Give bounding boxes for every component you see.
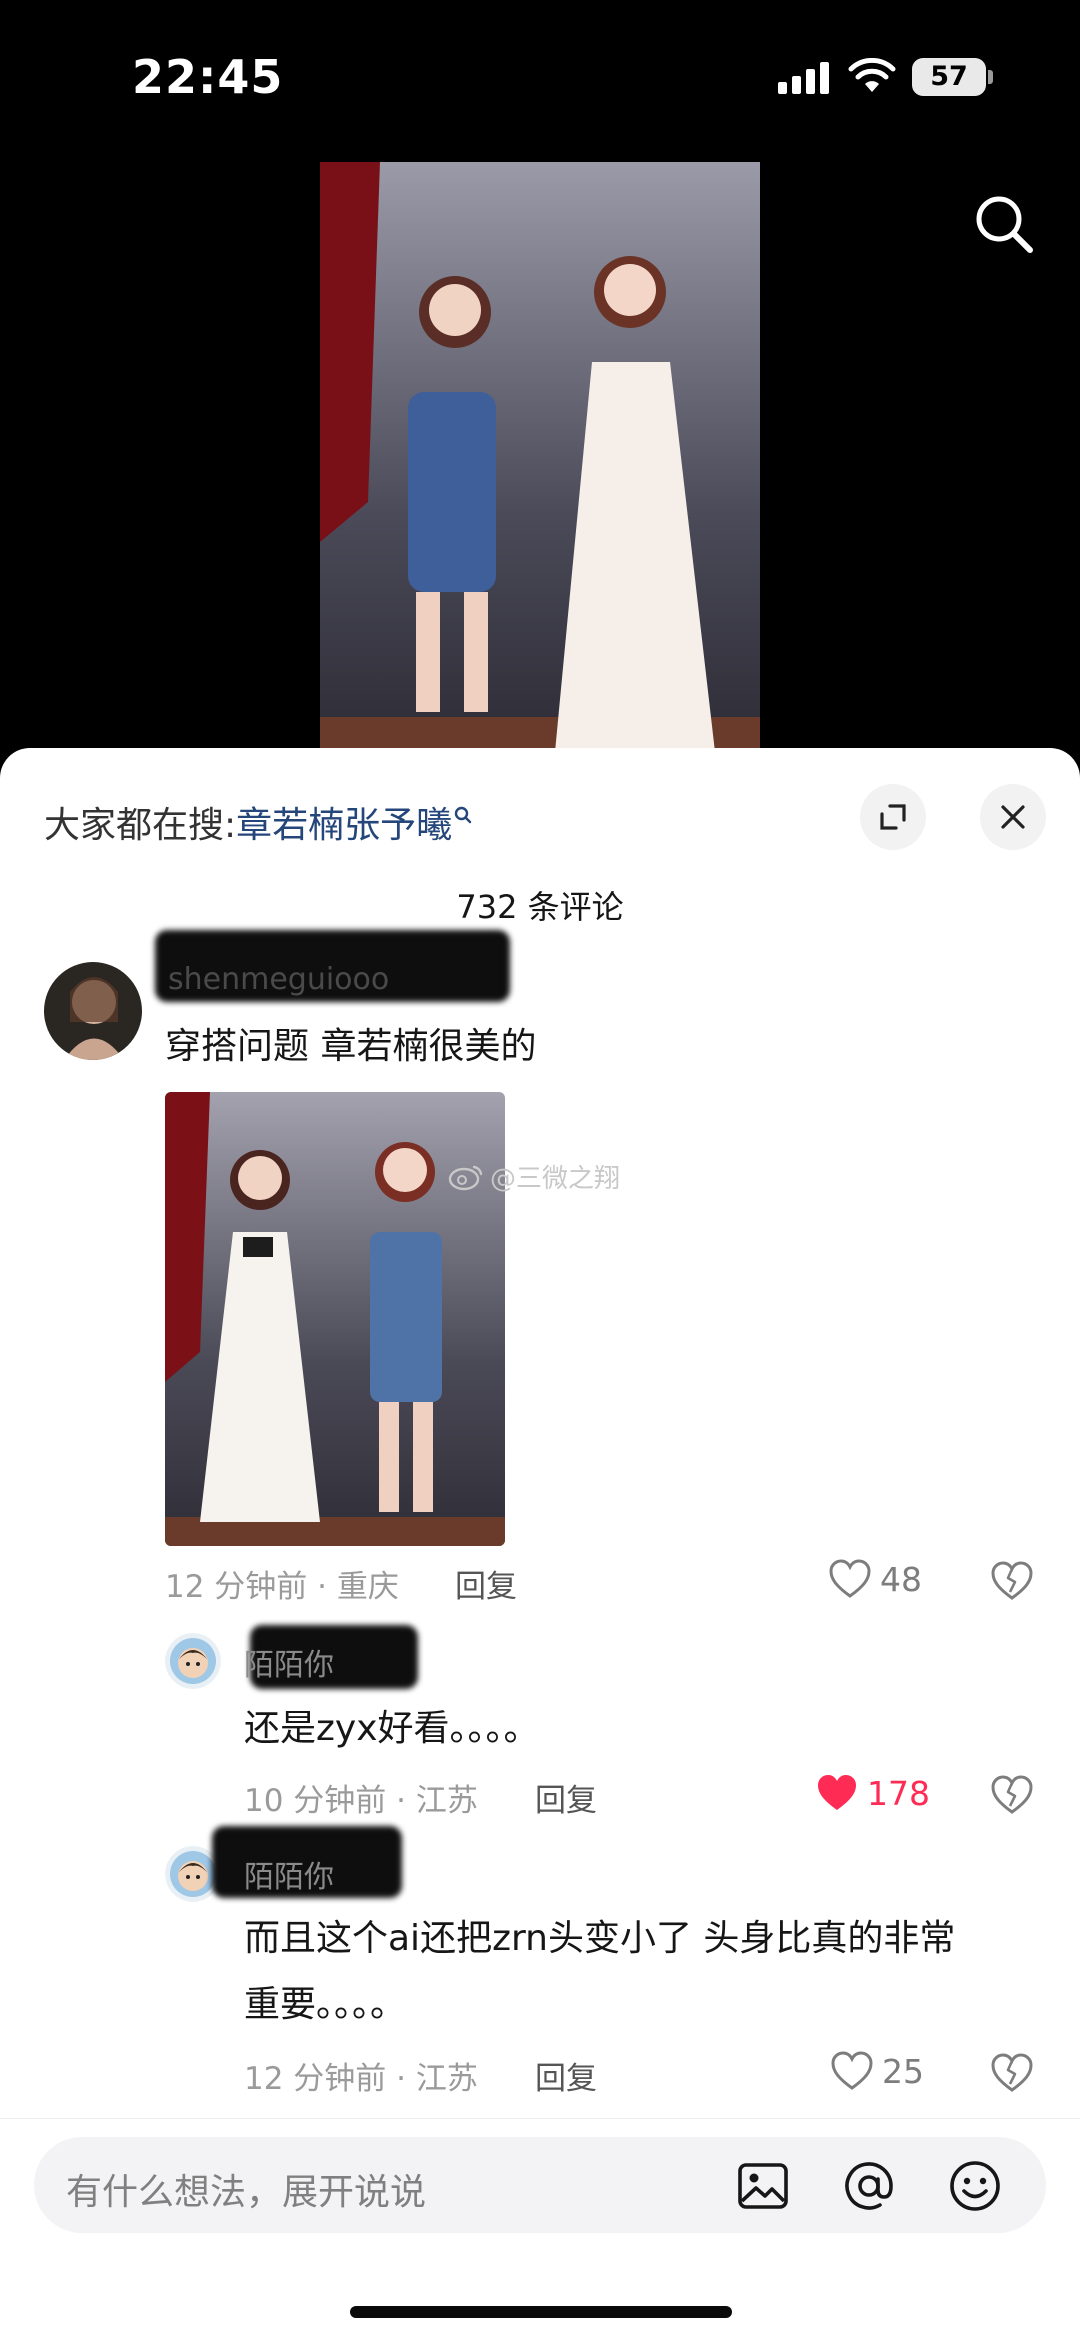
battery-tip: [988, 70, 993, 84]
watermark-text: @三微之翔: [490, 1164, 621, 1194]
comment-text: 穿搭问题 章若楠很美的: [165, 1026, 537, 1067]
image-icon[interactable]: [734, 2157, 792, 2215]
at-icon[interactable]: [840, 2157, 898, 2215]
avatar-image: [44, 962, 142, 1060]
like-button[interactable]: 48: [828, 1556, 922, 1602]
wifi-icon: [848, 58, 896, 92]
like-count: 25: [882, 2051, 924, 2091]
hot-search-term[interactable]: 章若楠张予曦: [236, 805, 452, 846]
like-button[interactable]: 25: [830, 2048, 924, 2094]
video-frame: [320, 162, 760, 752]
reply-text: 还是zyx好看。。。。: [244, 1708, 540, 1749]
reply-username[interactable]: 陌陌你: [244, 1852, 334, 1896]
comment-input-bar: 有什么想法，展开说说: [0, 2118, 1080, 2239]
status-time: 22:45: [132, 50, 284, 104]
reply-time-location: 10 分钟前 · 江苏: [244, 1783, 478, 1819]
battery-level: 57: [930, 61, 968, 92]
broken-heart-icon[interactable]: [990, 1772, 1034, 1816]
reply-button[interactable]: 回复: [535, 1775, 597, 1820]
close-button[interactable]: [980, 784, 1046, 850]
search-icon[interactable]: [972, 192, 1036, 256]
hot-search-prefix: 大家都在搜:: [44, 805, 237, 846]
reply-time-location: 12 分钟前 · 江苏: [244, 2061, 478, 2097]
home-indicator[interactable]: [350, 2306, 732, 2318]
expand-icon: [880, 804, 906, 830]
signal-icon: [778, 62, 829, 94]
expand-button[interactable]: [860, 784, 926, 850]
reply-text-line-2: 重要。。。。: [244, 1984, 407, 2025]
comment-count: 732 条评论: [456, 888, 624, 926]
image-watermark: @三微之翔: [448, 1158, 620, 1195]
battery-indicator: 57: [912, 58, 986, 96]
reply-button[interactable]: 回复: [455, 1561, 517, 1606]
close-icon: [1001, 805, 1025, 829]
heart-icon: [818, 1775, 856, 1810]
heart-icon: [829, 1559, 871, 1598]
reply-username[interactable]: 陌陌你: [244, 1640, 334, 1684]
avatar-image: [165, 1633, 221, 1689]
comment-time-location: 12 分钟前 · 重庆: [165, 1569, 399, 1605]
broken-heart-icon[interactable]: [990, 1558, 1034, 1602]
weibo-icon: [448, 1165, 483, 1190]
video-player[interactable]: [320, 162, 760, 752]
reply-text-line-1: 而且这个ai还把zrn头变小了 头身比真的非常: [244, 1918, 956, 1959]
heart-icon: [831, 2051, 873, 2090]
reply-button[interactable]: 回复: [535, 2053, 597, 2098]
like-count: 48: [880, 1559, 922, 1599]
like-count: 178: [867, 1773, 930, 1813]
comment-username[interactable]: shenmeguiooo: [168, 962, 389, 997]
avatar[interactable]: [44, 962, 142, 1060]
comment-input-placeholder: 有什么想法，展开说说: [66, 2172, 427, 2213]
search-icon: [454, 806, 472, 824]
status-bar: 22:45 57: [0, 0, 1080, 150]
broken-heart-icon[interactable]: [990, 2050, 1034, 2094]
hot-search-bar[interactable]: 大家都在搜:章若楠张予曦: [44, 796, 472, 848]
comment-input[interactable]: 有什么想法，展开说说: [34, 2137, 1046, 2233]
emoji-icon[interactable]: [946, 2157, 1004, 2215]
like-button[interactable]: 178: [815, 1770, 930, 1816]
reply-avatar[interactable]: [165, 1633, 221, 1689]
